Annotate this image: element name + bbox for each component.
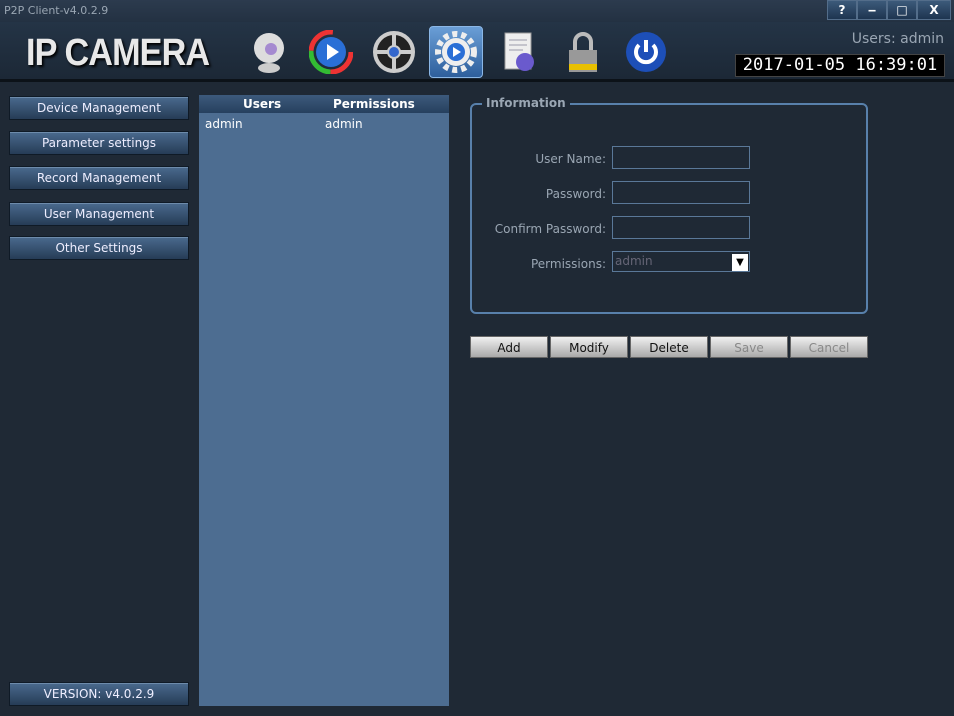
modify-button[interactable]: Modify <box>550 336 628 358</box>
table-row[interactable]: admin admin <box>199 113 449 133</box>
add-button[interactable]: Add <box>470 336 548 358</box>
minimize-button[interactable]: ‒ <box>857 0 887 20</box>
datetime-display: 2017-01-05 16:39:01 <box>735 54 945 77</box>
playback-icon <box>309 30 353 74</box>
help-button[interactable]: ? <box>827 0 857 20</box>
delete-button[interactable]: Delete <box>630 336 708 358</box>
list-header: Users Permissions <box>199 95 449 113</box>
column-users[interactable]: Users <box>243 97 281 111</box>
settings-gear-icon <box>435 31 477 73</box>
maximize-button[interactable]: □ <box>887 0 917 20</box>
sidebar-item-parameter-settings[interactable]: Parameter settings <box>9 131 189 155</box>
live-view-button[interactable] <box>242 26 296 78</box>
group-title: Information <box>482 96 570 110</box>
information-group: Information User Name: Password: Confirm… <box>470 96 868 314</box>
sidebar-item-record-management[interactable]: Record Management <box>9 166 189 190</box>
webcam-icon <box>254 33 284 73</box>
settings-button[interactable] <box>429 26 483 78</box>
logo: IP CAMERA <box>26 32 210 74</box>
permissions-value: admin <box>615 254 653 268</box>
log-button[interactable] <box>492 26 546 78</box>
permissions-select[interactable]: admin ▼ <box>612 251 750 272</box>
password-label: Password: <box>545 187 606 201</box>
playback-button[interactable] <box>304 26 358 78</box>
column-permissions[interactable]: Permissions <box>333 97 415 111</box>
lock-icon <box>569 32 597 72</box>
sidebar-item-user-management[interactable]: User Management <box>9 202 189 226</box>
ptz-wheel-icon <box>373 31 415 73</box>
ptz-button[interactable] <box>367 26 421 78</box>
close-button[interactable]: X <box>917 0 951 20</box>
password-input[interactable] <box>612 181 750 204</box>
chevron-down-icon[interactable]: ▼ <box>732 254 748 271</box>
permissions-label: Permissions: <box>530 257 606 271</box>
user-name-input[interactable] <box>612 146 750 169</box>
cell-user: admin <box>205 117 243 131</box>
window-title: P2P Client-v4.0.2.9 <box>4 4 109 17</box>
power-icon <box>626 32 666 72</box>
exit-button[interactable] <box>619 26 673 78</box>
user-list[interactable]: Users Permissions admin admin <box>199 95 449 706</box>
title-bar: P2P Client-v4.0.2.9 ? ‒ □ X <box>0 0 954 22</box>
log-document-icon <box>504 32 534 71</box>
cell-permission: admin <box>325 117 363 131</box>
current-user: Users: admin <box>851 31 944 47</box>
save-button[interactable]: Save <box>710 336 788 358</box>
confirm-password-input[interactable] <box>612 216 750 239</box>
confirm-password-label: Confirm Password: <box>494 222 606 236</box>
lock-button[interactable] <box>556 26 610 78</box>
user-name-label: User Name: <box>535 152 606 166</box>
cancel-button[interactable]: Cancel <box>790 336 868 358</box>
version-label: VERSION: v4.0.2.9 <box>9 682 189 706</box>
sidebar-item-device-management[interactable]: Device Management <box>9 96 189 120</box>
sidebar-item-other-settings[interactable]: Other Settings <box>9 236 189 260</box>
